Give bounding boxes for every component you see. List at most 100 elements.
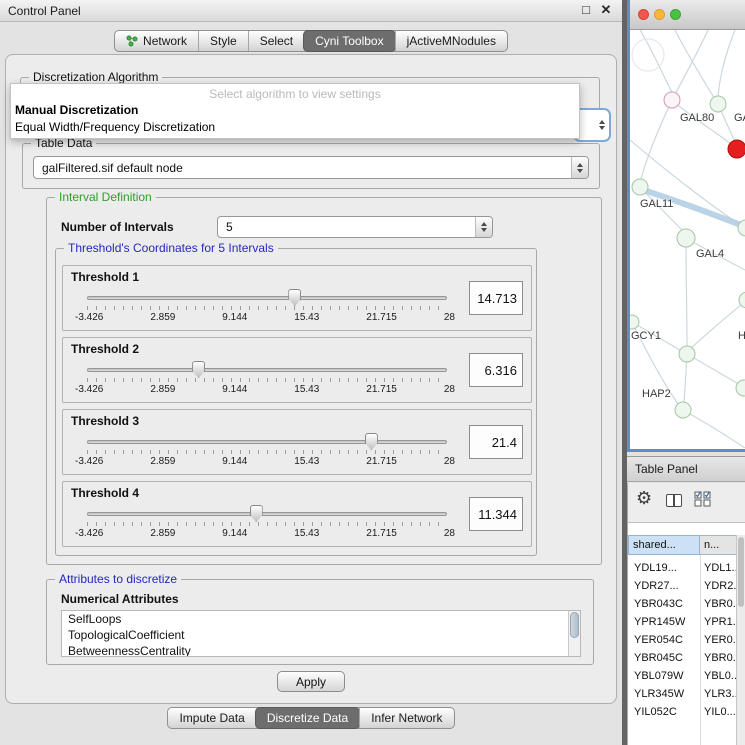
close-icon[interactable]: ✕ bbox=[598, 2, 614, 18]
algorithm-dropdown-popup: Select algorithm to view settings Manual… bbox=[10, 83, 580, 139]
list-item[interactable]: SelfLoops bbox=[62, 611, 580, 627]
table-row[interactable]: YLR345W YLR3... bbox=[628, 685, 737, 703]
threshold-value-field[interactable]: 6.316 bbox=[469, 353, 523, 387]
threshold-label: Threshold 3 bbox=[71, 414, 139, 428]
slider-track[interactable] bbox=[87, 368, 447, 372]
node-label: GAL11 bbox=[640, 198, 673, 210]
table-panel-header: Table Panel bbox=[627, 456, 745, 482]
table-body: YDL19... YDL1... YDR27... YDR2... YBR043… bbox=[628, 559, 737, 721]
cyni-toolbox-panel: Discretization Algorithm Select algorith… bbox=[5, 54, 617, 704]
mac-close-icon[interactable] bbox=[638, 9, 649, 20]
thresholds-group: Threshold's Coordinates for 5 Intervals … bbox=[55, 248, 537, 556]
table-row[interactable]: YBL079W YBL0... bbox=[628, 667, 737, 685]
table-data-select[interactable]: galFiltered.sif default node bbox=[33, 156, 589, 179]
threshold-value-field[interactable]: 21.4 bbox=[469, 425, 523, 459]
table-row[interactable]: YBR045C YBR0... bbox=[628, 649, 737, 667]
mac-zoom-icon[interactable] bbox=[670, 9, 681, 20]
tab-infer-network[interactable]: Infer Network bbox=[359, 708, 453, 728]
network-graph bbox=[630, 30, 745, 448]
network-node[interactable] bbox=[664, 92, 680, 108]
network-node[interactable] bbox=[677, 229, 695, 247]
slider-thumb[interactable] bbox=[250, 505, 263, 522]
control-panel: Control Panel □ ✕ Network Style Select bbox=[0, 0, 622, 745]
slider-thumb[interactable] bbox=[288, 289, 301, 306]
list-item[interactable]: BetweennessCentrality bbox=[62, 643, 580, 657]
interval-definition-label: Interval Definition bbox=[55, 190, 156, 204]
apply-button[interactable]: Apply bbox=[277, 671, 345, 692]
tab-label: Style bbox=[210, 34, 237, 48]
top-tab-bar: Network Style Select Cyni Toolbox jActiv… bbox=[0, 30, 622, 52]
slider-ticks bbox=[87, 306, 447, 310]
slider-ticks bbox=[87, 378, 447, 382]
columns-icon[interactable] bbox=[666, 494, 682, 507]
column-header-name[interactable]: n... bbox=[700, 535, 737, 555]
table-header-row: shared... n... bbox=[628, 535, 745, 555]
tab-discretize-data[interactable]: Discretize Data bbox=[255, 707, 360, 729]
tab-label: jActiveMNodules bbox=[407, 34, 496, 48]
table-data-group: Table Data galFiltered.sif default node bbox=[22, 143, 600, 189]
slider-tick-labels: -3.426 2.859 9.144 15.43 21.715 28 bbox=[75, 456, 455, 467]
threshold-slider[interactable]: -3.426 2.859 9.144 15.43 21.715 28 bbox=[87, 505, 447, 543]
stepper-icon bbox=[475, 217, 492, 237]
scrollbar-thumb[interactable] bbox=[570, 612, 579, 638]
network-window-titlebar bbox=[630, 0, 745, 30]
attributes-group-label: Attributes to discretize bbox=[55, 572, 181, 586]
tab-select[interactable]: Select bbox=[248, 31, 304, 51]
slider-ticks bbox=[87, 450, 447, 454]
network-canvas[interactable]: GAL80 GA GAL11 GAL4 GCY1 HAP2 H bbox=[630, 30, 745, 448]
tab-label: Infer Network bbox=[371, 711, 442, 725]
menu-item-manual-discretization[interactable]: Manual Discretization bbox=[11, 102, 579, 119]
table-row[interactable]: YIL052C YIL0... bbox=[628, 703, 737, 721]
slider-tick-labels: -3.426 2.859 9.144 15.43 21.715 28 bbox=[75, 312, 455, 323]
slider-thumb[interactable] bbox=[365, 433, 378, 450]
list-item[interactable]: TopologicalCoefficient bbox=[62, 627, 580, 643]
tab-style[interactable]: Style bbox=[198, 31, 248, 51]
slider-thumb[interactable] bbox=[192, 361, 205, 378]
tab-label: Cyni Toolbox bbox=[315, 34, 383, 48]
table-row[interactable]: YDL19... YDL1... bbox=[628, 559, 737, 577]
bottom-tab-bar: Impute Data Discretize Data Infer Networ… bbox=[0, 707, 622, 729]
network-node-selected[interactable] bbox=[728, 140, 745, 158]
slider-track[interactable] bbox=[87, 296, 447, 300]
column-header-shared-name[interactable]: shared... bbox=[628, 535, 700, 555]
table-row[interactable]: YPR145W YPR1... bbox=[628, 613, 737, 631]
gear-icon[interactable]: ⚙ bbox=[636, 489, 652, 507]
network-node[interactable] bbox=[736, 380, 745, 396]
network-icon bbox=[126, 35, 138, 47]
threshold-slider[interactable]: -3.426 2.859 9.144 15.43 21.715 28 bbox=[87, 289, 447, 327]
algorithm-group-label: Discretization Algorithm bbox=[29, 70, 162, 84]
network-node[interactable] bbox=[632, 179, 648, 195]
tab-network[interactable]: Network bbox=[115, 31, 198, 51]
attributes-list: SelfLoops TopologicalCoefficient Between… bbox=[61, 610, 581, 657]
tab-label: Discretize Data bbox=[267, 711, 348, 725]
attributes-group: Attributes to discretize Numerical Attri… bbox=[46, 579, 594, 665]
network-node[interactable] bbox=[630, 315, 639, 329]
slider-track[interactable] bbox=[87, 440, 447, 444]
node-label: GAL4 bbox=[696, 248, 724, 260]
threshold-value-field[interactable]: 14.713 bbox=[469, 281, 523, 315]
tab-jactivemnodules[interactable]: jActiveMNodules bbox=[395, 31, 507, 51]
threshold-value-field[interactable]: 11.344 bbox=[469, 497, 523, 531]
mac-minimize-icon[interactable] bbox=[654, 9, 665, 20]
slider-track[interactable] bbox=[87, 512, 447, 516]
number-of-intervals-select[interactable]: 5 bbox=[217, 216, 493, 238]
threshold-slider[interactable]: -3.426 2.859 9.144 15.43 21.715 28 bbox=[87, 361, 447, 399]
table-scrollbar[interactable] bbox=[736, 535, 745, 745]
attributes-scrollbar[interactable] bbox=[568, 611, 580, 656]
table-row[interactable]: YER054C YER0... bbox=[628, 631, 737, 649]
table-row[interactable]: YDR27... YDR2... bbox=[628, 577, 737, 595]
tab-cyni-toolbox[interactable]: Cyni Toolbox bbox=[303, 30, 395, 52]
tab-impute-data[interactable]: Impute Data bbox=[168, 708, 255, 728]
float-window-icon[interactable]: □ bbox=[578, 2, 594, 17]
select-columns-icon[interactable] bbox=[694, 491, 713, 512]
network-node[interactable] bbox=[679, 346, 695, 362]
threshold-slider[interactable]: -3.426 2.859 9.144 15.43 21.715 28 bbox=[87, 433, 447, 471]
network-node[interactable] bbox=[675, 402, 691, 418]
table-toolbar: ⚙ bbox=[628, 483, 745, 523]
scrollbar-thumb[interactable] bbox=[738, 537, 744, 607]
network-node[interactable] bbox=[710, 96, 726, 112]
tab-label: Network bbox=[143, 34, 187, 48]
menu-item-equal-width-frequency[interactable]: Equal Width/Frequency Discretization bbox=[11, 119, 579, 136]
thresholds-group-label: Threshold's Coordinates for 5 Intervals bbox=[64, 241, 278, 255]
table-row[interactable]: YBR043C YBR0... bbox=[628, 595, 737, 613]
